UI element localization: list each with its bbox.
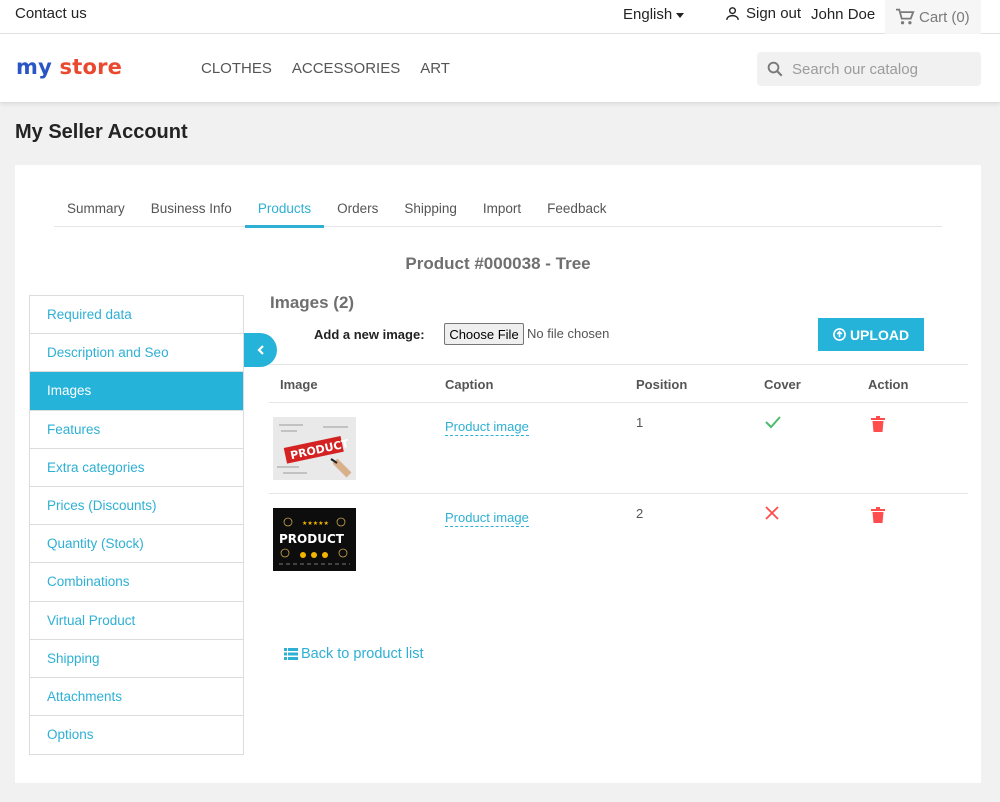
tab-products[interactable]: Products <box>244 189 325 228</box>
page-title: My Seller Account <box>15 121 188 143</box>
side-item-features[interactable]: Features <box>30 411 243 449</box>
trash-icon[interactable] <box>871 507 885 526</box>
tab-business-info[interactable]: Business Info <box>138 189 245 227</box>
side-item-combinations[interactable]: Combinations <box>30 563 243 602</box>
side-item-description-seo[interactable]: Description and Seo <box>30 334 243 373</box>
cross-icon[interactable] <box>765 506 779 523</box>
check-icon[interactable] <box>765 415 781 432</box>
choose-file-button[interactable]: Choose File <box>444 323 524 345</box>
images-section-title: Images (2) <box>270 293 355 312</box>
search-icon <box>767 61 783 77</box>
tab-shipping[interactable]: Shipping <box>391 189 470 227</box>
product-side-menu: Required data Description and Seo Images… <box>29 295 244 756</box>
product-thumbnail[interactable]: ★★★★★ PRODUCT <box>273 508 356 571</box>
top-bar: Contact us English Sign out John Doe Car… <box>0 0 1000 34</box>
search-placeholder: Search our catalog <box>792 60 918 78</box>
cart-label: Cart <box>919 8 948 26</box>
col-position: Position <box>636 377 688 392</box>
sign-out-label: Sign out <box>746 5 802 22</box>
tab-feedback[interactable]: Feedback <box>534 189 619 227</box>
tab-summary[interactable]: Summary <box>54 189 138 227</box>
language-label: English <box>623 6 673 23</box>
store-logo[interactable]: my store <box>16 55 122 79</box>
file-status: No file chosen <box>527 326 610 341</box>
trash-icon[interactable] <box>871 416 885 435</box>
table-row: ★★★★★ PRODUCT Product image 2 <box>269 494 968 585</box>
tab-orders[interactable]: Orders <box>324 189 391 227</box>
contact-us-link[interactable]: Contact us <box>15 5 87 22</box>
user-icon <box>726 7 739 20</box>
upload-button[interactable]: UPLOAD <box>818 318 924 351</box>
nav-art[interactable]: ART <box>420 60 450 77</box>
sign-out-link[interactable]: Sign out <box>724 5 801 22</box>
upload-circle-icon <box>833 328 846 341</box>
position-value: 1 <box>636 415 644 430</box>
svg-text:PRODUCT: PRODUCT <box>279 532 345 546</box>
back-to-list-link[interactable]: Back to product list <box>284 646 424 662</box>
collapse-menu-button[interactable] <box>244 333 277 367</box>
side-item-options[interactable]: Options <box>30 716 243 754</box>
cart-count: (0) <box>951 8 970 26</box>
upload-label: UPLOAD <box>849 326 910 343</box>
svg-text:★★★★★: ★★★★★ <box>302 520 329 527</box>
table-header: Image Caption Position Cover Action <box>269 364 968 403</box>
table-row: PRODUCT Product image 1 <box>269 403 968 494</box>
seller-account-card: Summary Business Info Products Orders Sh… <box>15 165 981 783</box>
side-item-virtual-product[interactable]: Virtual Product <box>30 602 243 640</box>
main-nav: CLOTHES ACCESSORIES ART <box>201 60 450 77</box>
cart-icon <box>896 8 915 25</box>
caret-down-icon <box>676 12 685 18</box>
account-tabs: Summary Business Info Products Orders Sh… <box>54 189 942 228</box>
side-item-shipping[interactable]: Shipping <box>30 640 243 678</box>
side-item-images[interactable]: Images <box>30 372 243 411</box>
caption-link[interactable]: Product image <box>445 510 529 527</box>
product-heading: Product #000038 - Tree <box>405 254 591 273</box>
cart-button[interactable]: Cart (0) <box>885 0 981 34</box>
add-image-label: Add a new image: <box>314 327 425 342</box>
language-selector[interactable]: English <box>623 6 685 23</box>
account-name-link[interactable]: John Doe <box>811 6 875 23</box>
side-item-required-data[interactable]: Required data <box>30 296 243 335</box>
col-action: Action <box>868 377 909 392</box>
side-item-extra-categories[interactable]: Extra categories <box>30 449 243 487</box>
caption-link[interactable]: Product image <box>445 419 529 436</box>
nav-accessories[interactable]: ACCESSORIES <box>292 60 400 77</box>
search-input[interactable]: Search our catalog <box>757 52 981 86</box>
side-item-prices[interactable]: Prices (Discounts) <box>30 487 243 526</box>
images-table: Image Caption Position Cover Action PROD… <box>269 364 968 585</box>
col-image: Image <box>280 377 318 392</box>
tab-import[interactable]: Import <box>470 189 534 227</box>
chevron-left-icon <box>256 345 264 355</box>
list-icon <box>284 648 298 660</box>
product-thumbnail[interactable]: PRODUCT <box>273 417 356 480</box>
col-cover: Cover <box>764 377 801 392</box>
side-item-attachments[interactable]: Attachments <box>30 678 243 717</box>
col-caption: Caption <box>445 377 494 392</box>
back-link-label: Back to product list <box>301 646 424 662</box>
nav-clothes[interactable]: CLOTHES <box>201 60 272 77</box>
main-header: my store CLOTHES ACCESSORIES ART Search … <box>0 34 1000 102</box>
position-value: 2 <box>636 506 644 521</box>
side-item-quantity[interactable]: Quantity (Stock) <box>30 525 243 564</box>
